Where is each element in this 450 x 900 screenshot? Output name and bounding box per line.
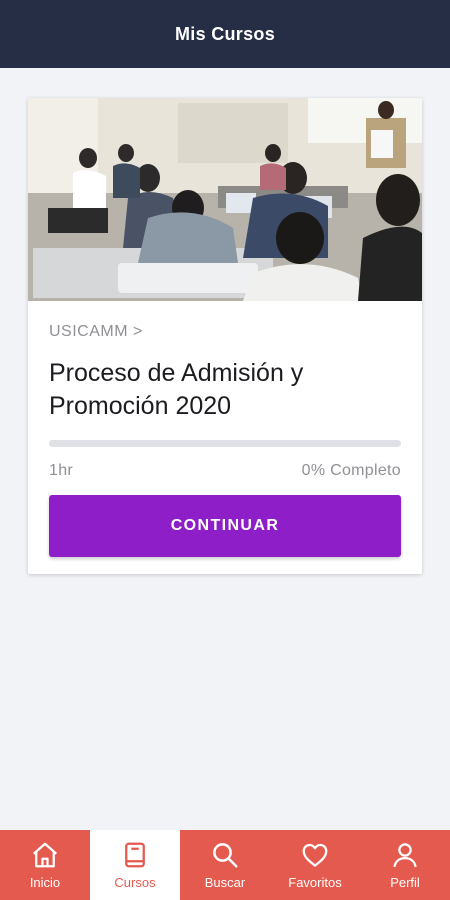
heart-icon [302, 843, 328, 867]
person-icon [393, 843, 417, 868]
bottom-navigation: Inicio Cursos Buscar Favoritos Perfil [0, 830, 450, 900]
nav-item-inicio[interactable]: Inicio [0, 830, 90, 900]
nav-item-perfil[interactable]: Perfil [360, 830, 450, 900]
page-title: Mis Cursos [174, 23, 276, 44]
nav-label-buscar: Buscar [204, 875, 246, 890]
nav-label-inicio: Inicio [29, 875, 61, 890]
course-duration: 1hr [49, 462, 74, 479]
course-meta: 1hr 0% Completo [49, 462, 401, 480]
nav-item-cursos[interactable]: Cursos [90, 830, 180, 900]
book-icon [125, 842, 145, 868]
search-icon [213, 843, 238, 868]
course-image [28, 98, 422, 301]
continue-button[interactable]: CONTINUAR [49, 495, 401, 557]
progress-bar [49, 440, 401, 447]
course-breadcrumb[interactable]: USICAMM > [49, 323, 401, 341]
nav-label-perfil: Perfil [390, 875, 420, 890]
nav-label-cursos: Cursos [114, 875, 156, 890]
course-title: Proceso de Admisión y Promoción 2020 [49, 359, 304, 420]
course-progress-text: 0% Completo [301, 462, 401, 479]
home-icon [33, 842, 57, 868]
nav-item-buscar[interactable]: Buscar [180, 830, 270, 900]
course-card[interactable]: USICAMM > Proceso de Admisión y Promoció… [28, 98, 422, 574]
nav-item-favoritos[interactable]: Favoritos [270, 830, 360, 900]
nav-label-favoritos: Favoritos [288, 875, 342, 890]
app-header: Mis Cursos [0, 0, 450, 68]
course-card-body: USICAMM > Proceso de Admisión y Promoció… [28, 301, 422, 557]
